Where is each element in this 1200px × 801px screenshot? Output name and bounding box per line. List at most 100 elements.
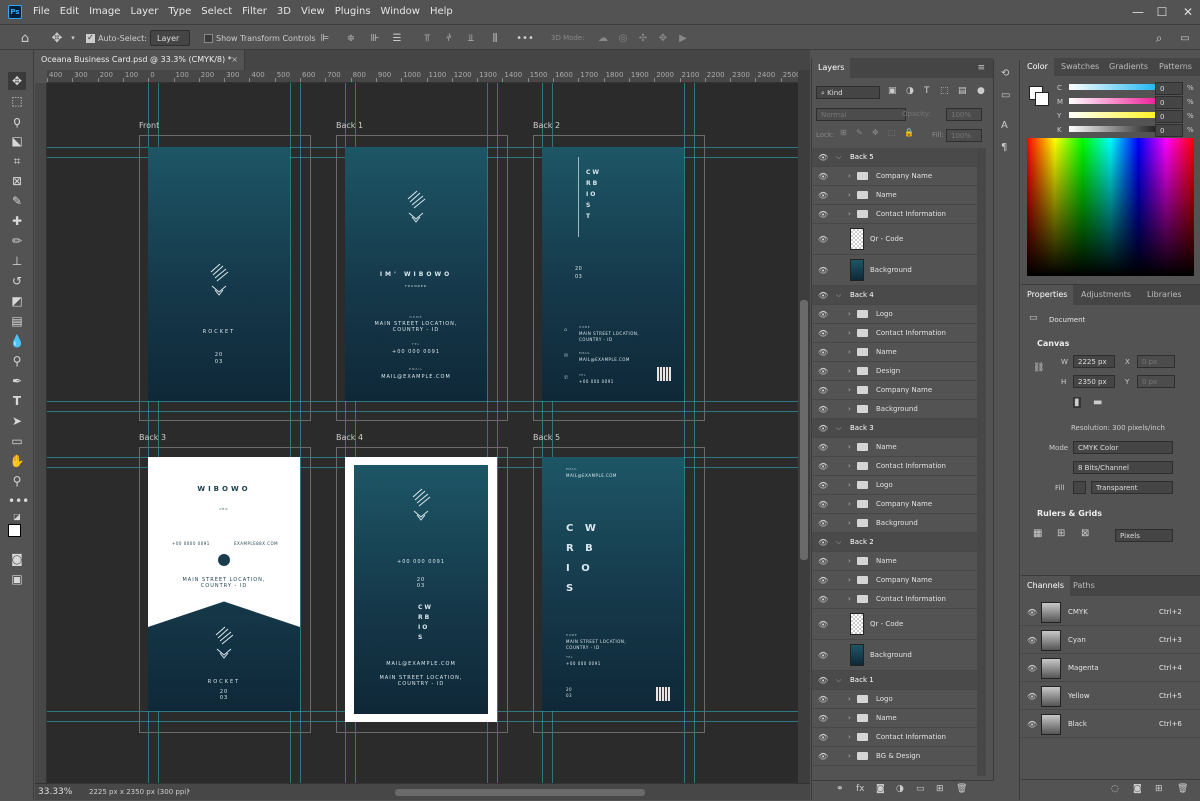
- height-field[interactable]: 2350 px: [1073, 375, 1115, 388]
- artboard-label[interactable]: Back 4: [336, 433, 363, 442]
- chevron-right-icon[interactable]: ›: [848, 500, 851, 508]
- tab-channels[interactable]: Channels: [1021, 576, 1071, 596]
- auto-select-dropdown[interactable]: Layer: [150, 29, 190, 47]
- blur-tool-icon[interactable]: 💧: [8, 332, 26, 350]
- layer-row[interactable]: 👁 Background: [812, 255, 978, 286]
- visibility-eye-icon[interactable]: 👁: [1027, 608, 1037, 617]
- visibility-eye-icon[interactable]: 👁: [818, 443, 828, 452]
- channel-row[interactable]: 👁 Yellow Ctrl+5: [1021, 683, 1200, 710]
- channel-row[interactable]: 👁 Cyan Ctrl+3: [1021, 627, 1200, 654]
- character-icon[interactable]: A: [1001, 120, 1008, 131]
- chevron-right-icon[interactable]: ›: [848, 752, 851, 760]
- black-value[interactable]: 0: [1155, 124, 1183, 137]
- chevron-right-icon[interactable]: ›: [848, 519, 851, 527]
- layer-row[interactable]: 👁 › Background: [812, 400, 978, 419]
- magenta-value[interactable]: 0: [1155, 96, 1183, 109]
- visibility-eye-icon[interactable]: 👁: [818, 651, 828, 660]
- visibility-eye-icon[interactable]: 👁: [818, 462, 828, 471]
- visibility-eye-icon[interactable]: 👁: [818, 310, 828, 319]
- layer-row[interactable]: 👁 › Company Name: [812, 571, 978, 590]
- align-middle-icon[interactable]: ⫩: [442, 29, 456, 47]
- layer-row[interactable]: 👁 › Contact Information: [812, 205, 978, 224]
- photoshop-logo-icon[interactable]: Ps: [8, 5, 22, 19]
- chevron-down-icon[interactable]: ⌵: [836, 291, 841, 300]
- chevron-right-icon[interactable]: ›: [848, 695, 851, 703]
- filter-adjustment-icon[interactable]: ◑: [906, 86, 914, 96]
- filter-toggle-icon[interactable]: ●: [977, 86, 985, 96]
- blend-mode-dropdown[interactable]: Normal: [816, 108, 906, 121]
- visibility-eye-icon[interactable]: 👁: [818, 752, 828, 761]
- lock-paint-icon[interactable]: ✎: [856, 128, 863, 137]
- align-center-icon[interactable]: ≑: [344, 29, 358, 47]
- 3d-slide-icon[interactable]: ✥: [656, 29, 670, 47]
- visibility-eye-icon[interactable]: 👁: [818, 348, 828, 357]
- new-group-icon[interactable]: ▭: [916, 784, 925, 794]
- search-icon[interactable]: ⌕: [1152, 29, 1166, 47]
- chevron-right-icon[interactable]: ›: [848, 443, 851, 451]
- mode-dropdown[interactable]: CMYK Color: [1073, 441, 1173, 454]
- layer-row[interactable]: 👁 › Logo: [812, 305, 978, 324]
- clone-stamp-icon[interactable]: ⊥: [8, 252, 26, 270]
- layer-row[interactable]: 👁 › Name: [812, 186, 978, 205]
- link-layers-icon[interactable]: ⚭: [836, 784, 844, 794]
- align-top-icon[interactable]: ⫪: [420, 29, 434, 47]
- lock-artboard-icon[interactable]: ⬚: [888, 128, 896, 137]
- brush-tool-icon[interactable]: ✏: [8, 232, 26, 250]
- guides-icon[interactable]: ⊠: [1081, 528, 1089, 539]
- move-tool-icon[interactable]: ✥: [8, 72, 26, 90]
- chevron-right-icon[interactable]: ›: [848, 191, 851, 199]
- auto-select-checkbox[interactable]: Auto-Select:: [86, 29, 147, 47]
- yellow-slider[interactable]: [1069, 112, 1169, 118]
- more-options-icon[interactable]: •••: [516, 29, 534, 47]
- layer-group-row[interactable]: 👁 ⌵ Back 3: [812, 419, 978, 438]
- close-tab-icon[interactable]: ×: [231, 50, 238, 70]
- align-right-icon[interactable]: ⊪: [368, 29, 382, 47]
- pen-tool-icon[interactable]: ✒: [8, 372, 26, 390]
- menu-edit[interactable]: Edit: [55, 0, 84, 24]
- canvas-section-title[interactable]: Canvas: [1037, 339, 1069, 348]
- menu-file[interactable]: File: [28, 0, 55, 24]
- visibility-eye-icon[interactable]: 👁: [1027, 664, 1037, 673]
- visibility-eye-icon[interactable]: 👁: [818, 695, 828, 704]
- layer-group-row[interactable]: 👁 ⌵ Back 5: [812, 148, 978, 167]
- rectangle-tool-icon[interactable]: ▭: [8, 432, 26, 450]
- tab-color[interactable]: Color: [1021, 58, 1054, 76]
- dodge-tool-icon[interactable]: ⚲: [8, 352, 26, 370]
- 3d-orbit-icon[interactable]: ☁: [596, 29, 610, 47]
- horizontal-scrollbar[interactable]: [395, 789, 645, 796]
- layer-row[interactable]: 👁 › Name: [812, 709, 978, 728]
- trash-icon[interactable]: 🗑: [1177, 784, 1188, 794]
- filter-type-icon[interactable]: T: [924, 86, 930, 96]
- tab-layers[interactable]: Layers: [812, 58, 851, 78]
- yellow-value[interactable]: 0: [1155, 110, 1183, 123]
- rulers-grids-title[interactable]: Rulers & Grids: [1037, 509, 1102, 518]
- visibility-eye-icon[interactable]: 👁: [818, 424, 828, 433]
- cyan-slider[interactable]: [1069, 84, 1169, 90]
- visibility-eye-icon[interactable]: 👁: [818, 576, 828, 585]
- menu-select[interactable]: Select: [196, 0, 237, 24]
- align-bottom-icon[interactable]: ⫫: [464, 29, 478, 47]
- menu-plugins[interactable]: Plugins: [330, 0, 376, 24]
- layers-scrollbar[interactable]: [977, 148, 986, 776]
- chevron-right-icon[interactable]: ›: [848, 733, 851, 741]
- foreground-color-swatch[interactable]: [8, 524, 21, 537]
- layer-row[interactable]: 👁 › Contact Information: [812, 324, 978, 343]
- artboard-label[interactable]: Back 1: [336, 121, 363, 130]
- layer-group-row[interactable]: 👁 ⌵ Back 1: [812, 671, 978, 690]
- lock-pixels-icon[interactable]: ⊞: [840, 128, 847, 137]
- cyan-value[interactable]: 0: [1155, 82, 1183, 95]
- lock-all-icon[interactable]: 🔒: [904, 128, 914, 137]
- layer-row[interactable]: 👁 › Contact Information: [812, 728, 978, 747]
- visibility-eye-icon[interactable]: 👁: [818, 519, 828, 528]
- move-tool-icon[interactable]: ✥: [46, 29, 68, 47]
- tab-adjustments[interactable]: Adjustments: [1075, 285, 1137, 305]
- width-field[interactable]: 2225 px: [1073, 355, 1115, 368]
- visibility-eye-icon[interactable]: 👁: [818, 500, 828, 509]
- visibility-eye-icon[interactable]: 👁: [818, 210, 828, 219]
- eyedropper-tool-icon[interactable]: ✎: [8, 192, 26, 210]
- zoom-tool-icon[interactable]: ⚲: [8, 472, 26, 490]
- visibility-eye-icon[interactable]: 👁: [1027, 720, 1037, 729]
- layer-row[interactable]: 👁 › Design: [812, 362, 978, 381]
- paragraph-icon[interactable]: ¶: [1001, 142, 1007, 153]
- tab-swatches[interactable]: Swatches: [1055, 58, 1105, 76]
